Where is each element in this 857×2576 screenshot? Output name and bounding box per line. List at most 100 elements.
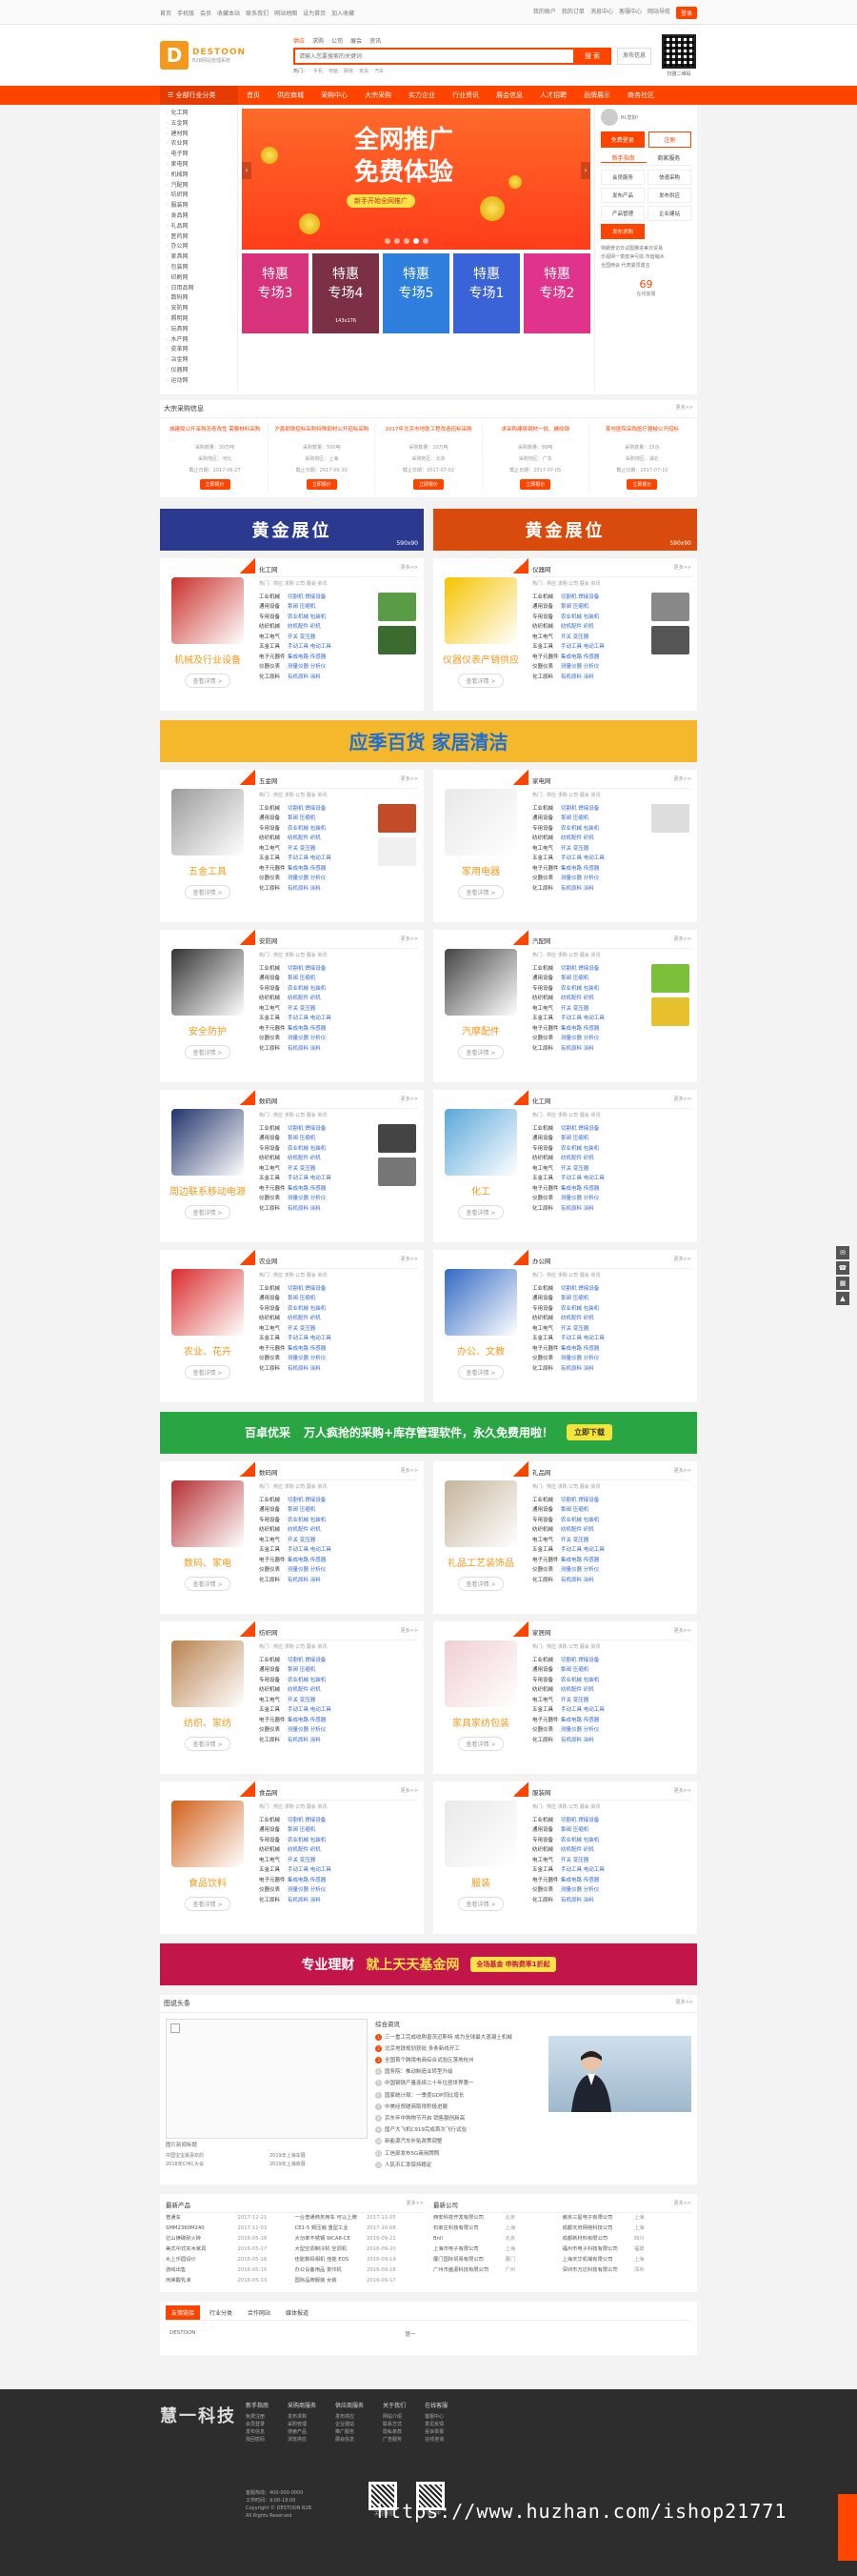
side-category-item[interactable]: 家具网 (166, 252, 231, 263)
news-item[interactable]: 11工信部发布5G商用牌照 (375, 2148, 541, 2160)
quote-button[interactable]: 立即报价 (627, 479, 657, 490)
side-category-item[interactable]: 数码网 (166, 293, 231, 304)
industry-line-value[interactable]: 手动工具 电动工具 (288, 1867, 331, 1873)
industry-line-key[interactable]: 五金工具 (532, 1865, 561, 1876)
top-link[interactable]: 手机版 (177, 9, 194, 17)
industry-line-key[interactable]: 化工原料 (532, 1896, 561, 1906)
industry-thumbnail[interactable] (378, 837, 416, 866)
industry-line-value[interactable]: 切割机 焊接设备 (561, 1498, 599, 1503)
industry-line-value[interactable]: 有机原料 涂料 (288, 674, 321, 680)
news-photo-link[interactable]: 中国宝宝最喜欢的 (166, 2152, 264, 2161)
industry-line-key[interactable]: 通用设备 (532, 1825, 561, 1836)
industry-line-key[interactable]: 电工电气 (259, 1324, 288, 1335)
industry-line-key[interactable]: 纺织机械 (532, 834, 561, 844)
industry-line-value[interactable]: 开关 变压器 (288, 1538, 315, 1543)
feedback-tab[interactable] (838, 2494, 857, 2561)
industry-more-link[interactable]: 更多>> (401, 1787, 418, 1797)
nav-item[interactable]: 首页 (238, 91, 269, 100)
industry-line-value[interactable]: 切割机 焊接设备 (561, 1286, 599, 1292)
special-zone-card[interactable]: 特惠 专场5 (383, 253, 449, 333)
industry-line-key[interactable]: 化工原料 (259, 1044, 288, 1055)
industry-line-value[interactable]: 泵阀 压缩机 (561, 604, 588, 610)
industry-line-value[interactable]: 手动工具 电动工具 (288, 1336, 331, 1341)
industry-line-value[interactable]: 开关 变压器 (561, 1538, 588, 1543)
industry-line-value[interactable]: 集成电路 传感器 (561, 654, 599, 660)
industry-line-key[interactable]: 专用设备 (532, 1304, 561, 1315)
search-tab[interactable]: 公司 (331, 36, 343, 45)
industry-showcase[interactable]: 汽摩配件查看详情 > (433, 930, 528, 1082)
industry-line-key[interactable]: 化工原料 (259, 1364, 288, 1375)
industry-line-value[interactable]: 泵阀 压缩机 (288, 1667, 315, 1673)
industry-showcase[interactable]: 食品饮料查看详情 > (160, 1781, 255, 1934)
search-tab[interactable]: 资讯 (369, 36, 381, 45)
footer-link[interactable]: 搜索产品 (288, 2428, 316, 2436)
industry-line-key[interactable]: 工业机械 (259, 1284, 288, 1295)
industry-name[interactable]: 家用电器 (433, 863, 528, 877)
industry-line-key[interactable]: 通用设备 (532, 1505, 561, 1516)
industry-line-key[interactable]: 专用设备 (532, 1144, 561, 1155)
slider-next-icon[interactable]: › (581, 162, 590, 179)
top-link[interactable]: 首页 (160, 9, 171, 17)
industry-line-key[interactable]: 专用设备 (532, 984, 561, 995)
industry-line-value[interactable]: 纺机配件 织机 (288, 996, 321, 1001)
industry-line-key[interactable]: 电工电气 (532, 1536, 561, 1546)
industry-line-value[interactable]: 泵阀 压缩机 (288, 1296, 315, 1301)
industry-line-key[interactable]: 专用设备 (259, 1304, 288, 1315)
industry-line-key[interactable]: 通用设备 (259, 814, 288, 824)
footer-link[interactable]: 展会信息 (335, 2436, 364, 2444)
industry-line-value[interactable]: 有机原料 涂料 (561, 1738, 594, 1743)
footer-link[interactable]: 找回密码 (246, 2436, 269, 2444)
industry-line-value[interactable]: 集成电路 传感器 (561, 1346, 599, 1352)
news-item[interactable]: 1三一重工完成收购普茨迈斯特 成为全球最大混凝土机械 (375, 2032, 541, 2043)
industry-line-value[interactable]: 集成电路 传感器 (561, 1878, 599, 1883)
industry-line-value[interactable]: 手动工具 电动工具 (288, 1176, 331, 1181)
industry-line-key[interactable]: 通用设备 (532, 974, 561, 984)
industry-line-value[interactable]: 手动工具 电动工具 (561, 1016, 605, 1021)
industry-line-key[interactable]: 仪器仪表 (259, 1034, 288, 1044)
side-category-item[interactable]: 礼品网 (166, 222, 231, 232)
industry-line-key[interactable]: 工业机械 (259, 804, 288, 815)
industry-line-key[interactable]: 工业机械 (532, 964, 561, 975)
industry-thumbnail[interactable] (651, 997, 689, 1026)
industry-line-key[interactable]: 电子元器件 (532, 1344, 561, 1355)
news-feature-image[interactable] (548, 2036, 691, 2112)
industry-line-value[interactable]: 农业机械 包装机 (288, 614, 326, 620)
nav-item[interactable]: 人才招聘 (531, 91, 575, 100)
search-tab[interactable]: 供应 (293, 36, 305, 45)
industry-line-key[interactable]: 仪器仪表 (532, 1885, 561, 1896)
industry-line-key[interactable]: 仪器仪表 (259, 1725, 288, 1736)
industry-line-value[interactable]: 农业机械 包装机 (288, 1838, 326, 1843)
industry-line-value[interactable]: 集成电路 传感器 (561, 1558, 599, 1563)
industry-line-value[interactable]: 切割机 焊接设备 (561, 966, 599, 972)
industry-thumbnail[interactable] (378, 626, 416, 654)
industry-line-key[interactable]: 工业机械 (532, 1656, 561, 1666)
user-register-button[interactable]: 注册 (648, 131, 692, 148)
industry-line-key[interactable]: 纺织机械 (259, 1845, 288, 1856)
side-category-item[interactable]: 建材网 (166, 130, 231, 140)
industry-line-value[interactable]: 手动工具 电动工具 (561, 644, 605, 650)
industry-line-value[interactable]: 纺机配件 织机 (561, 1527, 594, 1533)
industry-detail-button[interactable]: 查看详情 > (458, 1577, 505, 1591)
industry-line-value[interactable]: 泵阀 压缩机 (288, 604, 315, 610)
industry-line-key[interactable]: 通用设备 (532, 814, 561, 824)
friend-link-tab[interactable]: 媒体报道 (280, 2305, 314, 2320)
side-category-item[interactable]: 办公网 (166, 242, 231, 252)
industry-line-value[interactable]: 集成电路 传感器 (561, 1026, 599, 1032)
industry-line-key[interactable]: 纺织机械 (532, 1845, 561, 1856)
industry-line-value[interactable]: 纺机配件 织机 (561, 624, 594, 630)
industry-line-key[interactable]: 专用设备 (532, 613, 561, 623)
industry-line-key[interactable]: 工业机械 (532, 1284, 561, 1295)
industry-showcase[interactable]: 纺织、家纺查看详情 > (160, 1621, 255, 1774)
industry-line-value[interactable]: 测量仪器 分析仪 (561, 1036, 599, 1041)
industry-showcase[interactable]: 办公、文教查看详情 > (433, 1250, 528, 1402)
industry-line-key[interactable]: 纺织机械 (259, 1154, 288, 1164)
industry-line-value[interactable]: 切割机 焊接设备 (561, 1818, 599, 1823)
industry-showcase[interactable]: 安全防护查看详情 > (160, 930, 255, 1082)
footer-link[interactable]: 联系方式 (383, 2421, 406, 2428)
industry-line-key[interactable]: 五金工具 (259, 1014, 288, 1024)
service-link[interactable]: 发布供应 (648, 188, 691, 203)
footer-link[interactable]: 在线咨询 (425, 2436, 448, 2444)
industry-line-key[interactable]: 工业机械 (259, 1816, 288, 1826)
industry-line-key[interactable]: 专用设备 (532, 824, 561, 835)
industry-line-key[interactable]: 纺织机械 (259, 1314, 288, 1324)
